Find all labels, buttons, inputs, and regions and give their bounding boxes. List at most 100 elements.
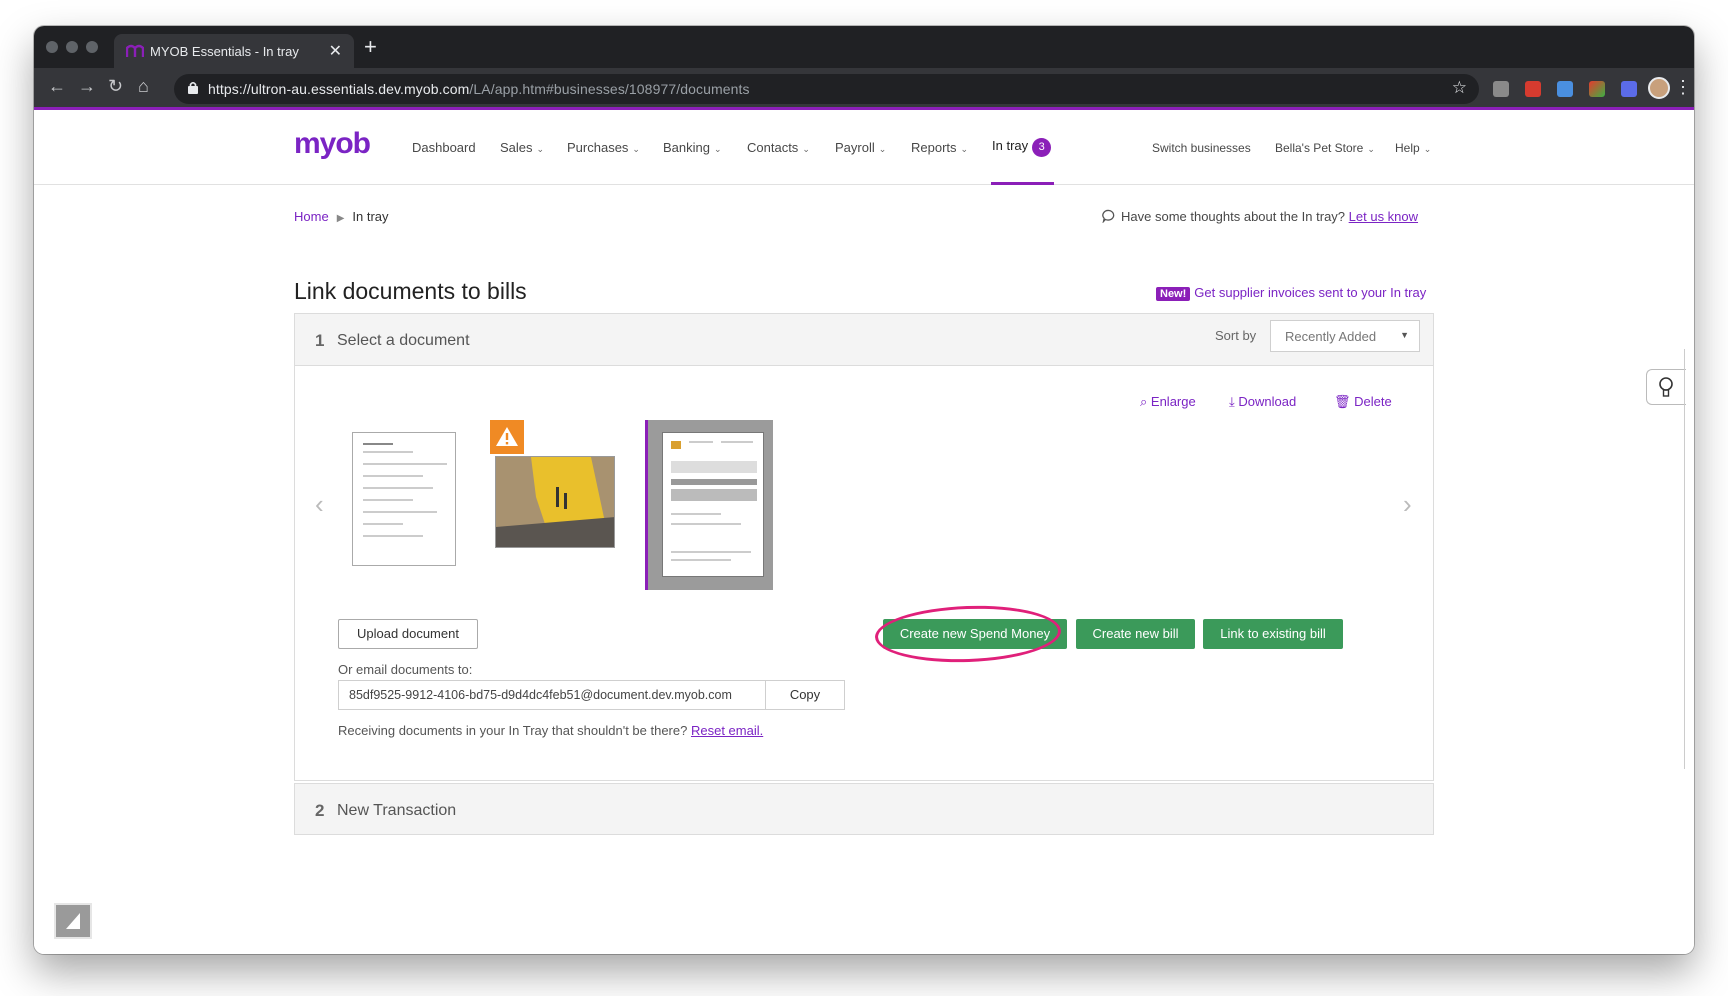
email-label: Or email documents to: [338,662,473,677]
nav-payroll-label: Payroll [835,140,875,155]
annotation-circle [874,602,1062,666]
new-tab-icon[interactable]: + [364,34,377,60]
enlarge-button[interactable]: ⌕ Enlarge [1140,394,1196,410]
nav-contacts[interactable]: Contacts ⌄ [747,140,810,155]
doc-line [363,463,447,465]
tab-bar: MYOB Essentials - In tray ✕ + [34,26,1694,68]
myob-favicon-icon [126,44,144,57]
reset-email-prompt: Receiving documents in your In Tray that… [338,723,763,738]
download-button[interactable]: ⤓ Download [1229,394,1296,410]
switch-businesses-link[interactable]: Switch businesses [1152,141,1251,155]
chevron-down-icon: ⌄ [1423,144,1432,154]
new-badge: New! [1156,287,1191,301]
maximize-window-dot[interactable] [86,41,98,53]
chevron-down-icon: ⌄ [713,144,722,154]
let-us-know-link[interactable]: Let us know [1349,209,1418,224]
minimize-window-dot[interactable] [66,41,78,53]
intray-count-badge: 3 [1032,138,1052,157]
chevron-down-icon: ⌄ [1367,144,1375,154]
nav-dashboard[interactable]: Dashboard [412,140,476,155]
create-new-bill-button[interactable]: Create new bill [1076,619,1195,649]
extension-chat-icon[interactable] [1557,81,1573,97]
myob-logo[interactable]: myob [294,127,371,161]
chevron-down-icon: ⌄ [802,144,810,154]
nav-banking-label: Banking [663,140,710,155]
sort-select[interactable]: Recently Added ▼ [1270,320,1420,352]
nav-intray[interactable]: In tray 3 [992,138,1052,157]
doc-line [363,475,423,477]
supplier-invoices-link[interactable]: New! Get supplier invoices sent to your I… [1156,285,1426,301]
browser-menu-icon[interactable]: ⋮ [1674,77,1692,98]
select-document-panel: 1 Select a document Sort by Recently Add… [294,313,1434,781]
step1-header: 1 Select a document Sort by Recently Add… [295,314,1433,366]
breadcrumb-current: In tray [352,209,389,224]
help-label: Help [1395,141,1420,155]
document-thumbnail-3-selected[interactable] [645,420,773,590]
nav-purchases[interactable]: Purchases ⌄ [567,140,640,155]
close-window-dot[interactable] [46,41,58,53]
chevron-down-icon: ⌄ [878,144,887,154]
back-arrow-icon[interactable]: ← [48,76,66,97]
breadcrumb-home-link[interactable]: Home [294,209,329,224]
trash-icon: 🗑 [1334,394,1355,409]
browser-toolbar: ← → ↻ ⌂ https://ultron-au.essentials.dev… [34,68,1694,110]
tab-close-icon[interactable]: ✕ [329,41,342,61]
help-menu[interactable]: Help ⌄ [1395,141,1431,155]
nav-payroll[interactable]: Payroll ⌄ [835,140,886,155]
chevron-down-icon: ⌄ [632,144,640,154]
document-email-field[interactable]: 85df9525-9912-4106-bd75-d9d4dc4feb51@doc… [338,680,766,710]
url-host: https://ultron-au.essentials.dev.myob.co… [208,81,470,97]
new-transaction-panel[interactable]: 2 New Transaction [294,783,1434,835]
home-icon[interactable]: ⌂ [138,76,149,97]
step2-title: New Transaction [337,802,457,819]
nav-sales[interactable]: Sales ⌄ [500,140,544,155]
chevron-down-icon: ⌄ [536,144,545,154]
lock-icon [188,81,198,94]
doc-line [671,559,731,561]
address-bar[interactable]: https://ultron-au.essentials.dev.myob.co… [174,74,1479,104]
warning-triangle-icon [496,427,518,446]
browser-tab[interactable]: MYOB Essentials - In tray ✕ [114,34,354,68]
link-existing-bill-button[interactable]: Link to existing bill [1203,619,1343,649]
carousel-next-icon[interactable]: › [1403,489,1412,520]
feedback-widget-icon [66,913,80,929]
upload-document-button[interactable]: Upload document [338,619,478,649]
copy-email-button[interactable]: Copy [765,680,845,710]
reload-icon[interactable]: ↻ [108,76,123,97]
invoice-preview [662,432,764,577]
profile-avatar[interactable] [1648,77,1670,99]
business-menu[interactable]: Bella's Pet Store ⌄ [1275,141,1375,155]
delete-button[interactable]: 🗑 Delete [1334,394,1392,410]
nav-intray-label: In tray [992,138,1029,153]
doc-table-header [671,479,757,485]
magnifier-icon: ⌕ [1140,394,1151,409]
nav-reports[interactable]: Reports ⌄ [911,140,968,155]
enlarge-label: Enlarge [1150,394,1196,409]
forward-arrow-icon[interactable]: → [78,76,96,97]
extension-red-icon[interactable] [1525,81,1541,97]
feedback-text: Have some thoughts about the In tray? [1121,209,1346,224]
document-thumbnail-1[interactable] [352,432,456,566]
doc-logo [671,441,681,449]
doc-line [671,523,741,525]
carousel-prev-icon[interactable]: ‹ [315,489,324,520]
scrollbar[interactable] [1684,349,1694,769]
sort-selected-value: Recently Added [1285,329,1377,344]
nav-banking[interactable]: Banking ⌄ [663,140,722,155]
document-thumbnail-2[interactable] [495,456,615,548]
doc-line [671,551,751,553]
extension-grid-icon[interactable] [1493,81,1509,97]
extension-color-icon[interactable] [1589,81,1605,97]
sort-by-label: Sort by [1215,328,1257,343]
feedback-prompt: Have some thoughts about the In tray? Le… [1102,209,1418,224]
extension-arrow-icon[interactable] [1621,81,1637,97]
doc-line [721,441,753,443]
app-page: myob Dashboard Sales ⌄ Purchases ⌄ Banking… [34,113,1694,954]
doc-line [363,523,403,525]
tips-lightbulb-tab[interactable] [1646,369,1686,405]
reset-email-link[interactable]: Reset email. [691,723,763,738]
browser-window: MYOB Essentials - In tray ✕ + ← → ↻ ⌂ ht… [34,26,1694,954]
corner-widget-icon[interactable] [54,903,92,939]
bookmark-star-icon[interactable]: ☆ [1452,78,1467,98]
active-tab-indicator [991,182,1054,185]
